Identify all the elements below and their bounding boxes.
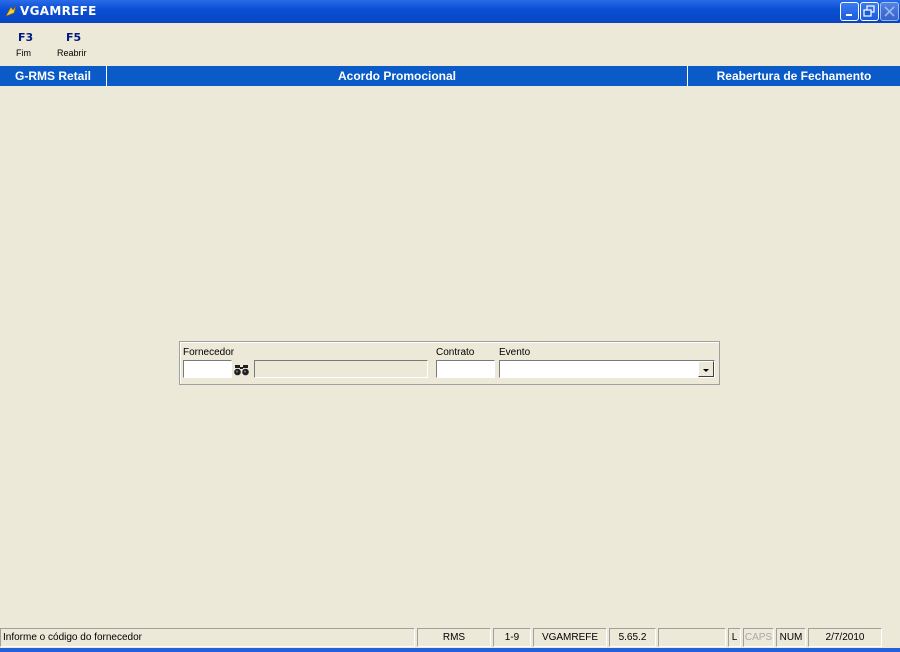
app-icon [5,5,17,17]
fornecedor-name-field [254,360,428,378]
taskbar-edge [0,648,900,652]
binoculars-icon[interactable] [232,361,251,378]
status-system: RMS [417,628,491,647]
module-header: G-RMS Retail Acordo Promocional Reabertu… [0,66,900,86]
close-icon [884,6,895,17]
status-empty-pane [658,628,726,647]
f3-key[interactable]: F3 [18,31,33,44]
f5-key[interactable]: F5 [66,31,81,44]
fornecedor-code-input[interactable] [183,360,232,378]
close-button[interactable] [880,2,899,21]
status-range: 1-9 [493,628,531,647]
status-caps-indicator: CAPS [743,628,774,647]
contrato-label: Contrato [436,347,475,358]
status-num-indicator: NUM [776,628,806,647]
minimize-button[interactable] [840,2,859,21]
header-app-name: G-RMS Retail [14,69,91,83]
evento-dropdown-button[interactable] [698,361,714,377]
fornecedor-label: Fornecedor [183,347,235,358]
status-l-indicator: L [728,628,741,647]
title-bar: VGAMREFE [0,0,900,23]
status-version: 5.65.2 [609,628,656,647]
reabrir-label[interactable]: Reabrir [57,48,87,58]
evento-select[interactable] [499,360,715,378]
restore-button[interactable] [860,2,879,21]
window-title: VGAMREFE [20,4,97,18]
header-module-title: Acordo Promocional [337,69,456,83]
status-message: Informe o código do fornecedor [0,628,415,647]
fim-label[interactable]: Fim [16,48,31,58]
status-program: VGAMREFE [533,628,607,647]
restore-icon [863,5,875,17]
evento-label: Evento [499,347,531,358]
status-bar: Informe o código do fornecedor RMS 1-9 V… [0,627,900,648]
status-date: 2/7/2010 [808,628,882,647]
minimize-icon [846,14,852,16]
contrato-input[interactable] [436,360,495,378]
header-function-title: Reabertura de Fechamento [716,69,872,83]
chevron-down-icon [703,369,709,372]
